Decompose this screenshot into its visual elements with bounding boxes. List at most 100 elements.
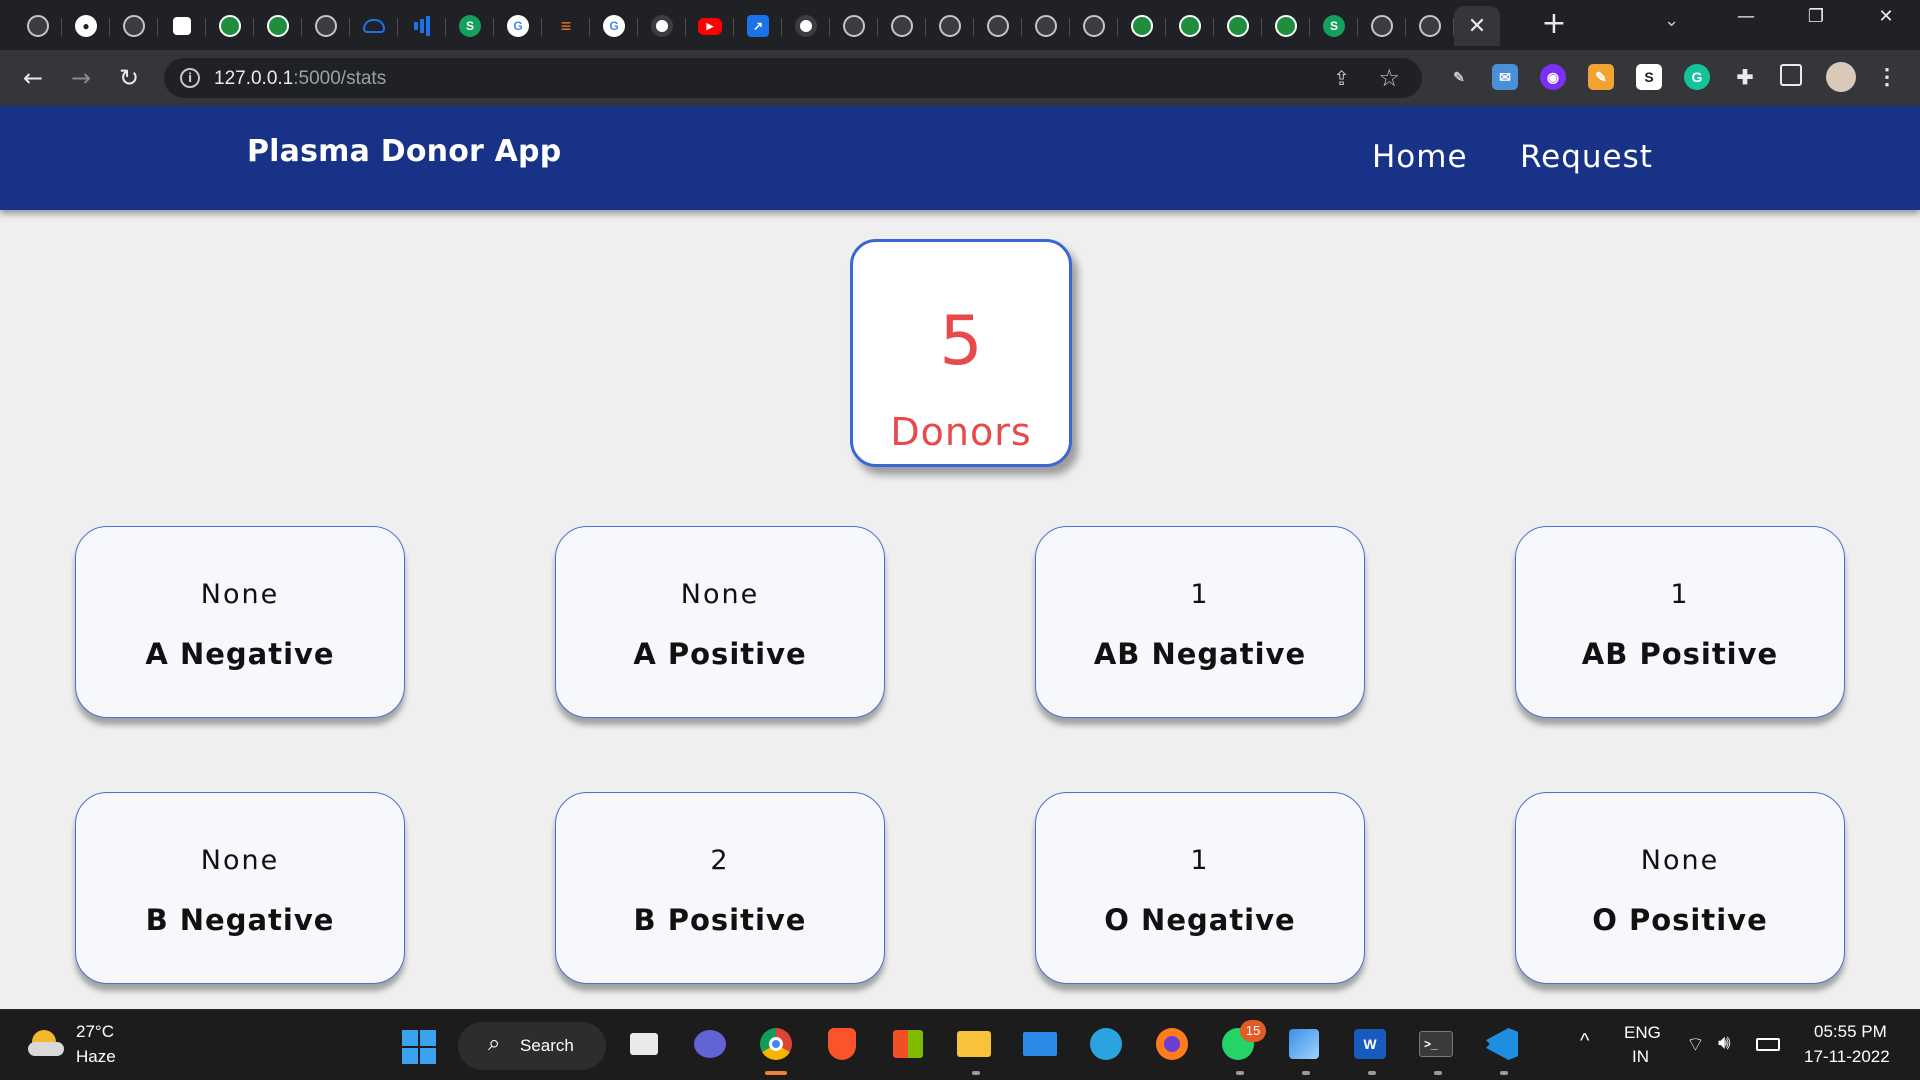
tab[interactable] (1406, 6, 1454, 46)
grammarly-icon[interactable]: G (1684, 64, 1710, 90)
telegram-icon[interactable] (1086, 1024, 1126, 1064)
new-tab-button[interactable]: + (1538, 8, 1570, 40)
close-tab-icon[interactable]: ✕ (1468, 14, 1486, 39)
tab[interactable] (1166, 6, 1214, 46)
note-extension-icon[interactable]: ✎ (1588, 64, 1614, 90)
tab[interactable] (638, 6, 686, 46)
s-icon: S (459, 15, 481, 37)
vscode-icon[interactable] (1482, 1024, 1522, 1064)
puzzle-extensions-icon[interactable]: ✚ (1732, 64, 1758, 90)
tab[interactable] (926, 6, 974, 46)
tab[interactable] (206, 6, 254, 46)
blood-group-name: B Negative (145, 903, 335, 937)
tab[interactable] (350, 6, 398, 46)
language-top[interactable]: ENG (1624, 1023, 1661, 1043)
color-extension-icon[interactable]: ◉ (1540, 64, 1566, 90)
nav-home-link[interactable]: Home (1372, 139, 1468, 175)
start-button[interactable] (402, 1030, 436, 1064)
tab[interactable]: ▶ (686, 6, 734, 46)
active-tab[interactable]: ✕ (1454, 6, 1500, 46)
brave-icon[interactable] (822, 1024, 862, 1064)
tab[interactable] (974, 6, 1022, 46)
chevron-down-icon[interactable]: ⌄ (1664, 10, 1679, 31)
kebab-menu-icon[interactable]: ⋮ (1874, 64, 1900, 90)
reload-icon[interactable]: ↻ (114, 63, 144, 93)
tab[interactable]: ≡ (542, 6, 590, 46)
chrome-icon (651, 15, 673, 37)
tab[interactable] (14, 6, 62, 46)
tab[interactable]: S (1310, 6, 1358, 46)
app-header: Plasma Donor App Home Request (0, 106, 1920, 210)
blood-group-count: None (200, 579, 280, 610)
weather-description[interactable]: Haze (76, 1047, 116, 1067)
task-view-icon[interactable] (624, 1024, 664, 1064)
wifi-icon[interactable]: ⌔ (1686, 1032, 1705, 1057)
teams-chat-icon[interactable] (690, 1024, 730, 1064)
tab[interactable] (398, 6, 446, 46)
tab[interactable] (158, 6, 206, 46)
bookmark-star-icon[interactable]: ☆ (1378, 64, 1400, 92)
bar-chart-icon (411, 15, 433, 37)
mail-icon[interactable] (1020, 1024, 1060, 1064)
back-icon[interactable]: ← (18, 63, 48, 93)
pen-extension-icon[interactable]: ✎ (1446, 64, 1472, 90)
close-window-icon[interactable]: ✕ (1866, 6, 1906, 27)
battery-icon[interactable] (1756, 1038, 1780, 1051)
tab[interactable]: S (446, 6, 494, 46)
tab[interactable] (830, 6, 878, 46)
tab[interactable] (1022, 6, 1070, 46)
address-bar[interactable]: i 127.0.0.1:5000/stats ⇪ ☆ (164, 58, 1422, 98)
word-icon[interactable]: W (1350, 1024, 1390, 1064)
nav-request-link[interactable]: Request (1520, 139, 1653, 175)
s-extension-icon[interactable]: S (1636, 64, 1662, 90)
weather-haze-icon[interactable] (28, 1028, 64, 1062)
share-page-icon[interactable]: ⇪ (1333, 66, 1350, 90)
forward-icon[interactable]: → (66, 63, 96, 93)
tab[interactable]: G (494, 6, 542, 46)
language-bottom[interactable]: IN (1632, 1047, 1649, 1067)
tab[interactable] (1118, 6, 1166, 46)
globe-icon (27, 15, 49, 37)
volume-icon[interactable]: 🔊︎ (1718, 1032, 1731, 1055)
restore-icon[interactable]: ❐ (1796, 6, 1836, 27)
side-panel-icon[interactable] (1780, 64, 1802, 86)
tab[interactable] (254, 6, 302, 46)
info-icon[interactable]: i (180, 68, 200, 88)
weather-temperature[interactable]: 27°C (76, 1022, 114, 1042)
blood-group-count: None (680, 579, 760, 610)
profile-avatar[interactable] (1826, 62, 1856, 92)
leaf-icon (1131, 15, 1153, 37)
tab[interactable] (1262, 6, 1310, 46)
app-brand[interactable]: Plasma Donor App (247, 134, 561, 169)
share-icon: ↗ (747, 15, 769, 37)
chevron-up-icon[interactable]: ^ (1580, 1030, 1589, 1053)
tab[interactable] (1358, 6, 1406, 46)
file-explorer-icon[interactable] (954, 1024, 994, 1064)
minimize-icon[interactable]: — (1726, 6, 1766, 27)
tab[interactable]: ● (62, 6, 110, 46)
blood-group-card: 1 O Negative (1035, 792, 1365, 984)
mail-extension-icon[interactable]: ✉ (1492, 64, 1518, 90)
tab[interactable] (782, 6, 830, 46)
tab[interactable]: ↗ (734, 6, 782, 46)
clock-date[interactable]: 17-11-2022 (1804, 1047, 1890, 1067)
total-donors-label: Donors (890, 410, 1032, 454)
firefox-icon[interactable] (1152, 1024, 1192, 1064)
browser-tab-strip: ● S G ≡ G ▶ ↗ S ✕ + ⌄ — ❐ ✕ (0, 0, 1920, 50)
youtube-icon: ▶ (698, 17, 722, 35)
terminal-icon[interactable]: >_ (1416, 1024, 1456, 1064)
photos-icon[interactable] (1284, 1024, 1324, 1064)
tab[interactable] (878, 6, 926, 46)
tab[interactable] (1214, 6, 1262, 46)
chrome-app-icon[interactable] (756, 1024, 796, 1064)
blood-group-card: 1 AB Positive (1515, 526, 1845, 718)
tab[interactable] (1070, 6, 1118, 46)
tab[interactable] (110, 6, 158, 46)
microsoft-store-icon[interactable] (888, 1024, 928, 1064)
search-icon: ⌕ (488, 1031, 501, 1056)
tab[interactable] (302, 6, 350, 46)
clock-time[interactable]: 05:55 PM (1814, 1022, 1887, 1042)
browser-toolbar: ← → ↻ i 127.0.0.1:5000/stats ⇪ ☆ ✎ ✉ ◉ ✎… (0, 50, 1920, 106)
tab[interactable]: G (590, 6, 638, 46)
taskbar-search[interactable]: ⌕ Search (458, 1022, 606, 1070)
